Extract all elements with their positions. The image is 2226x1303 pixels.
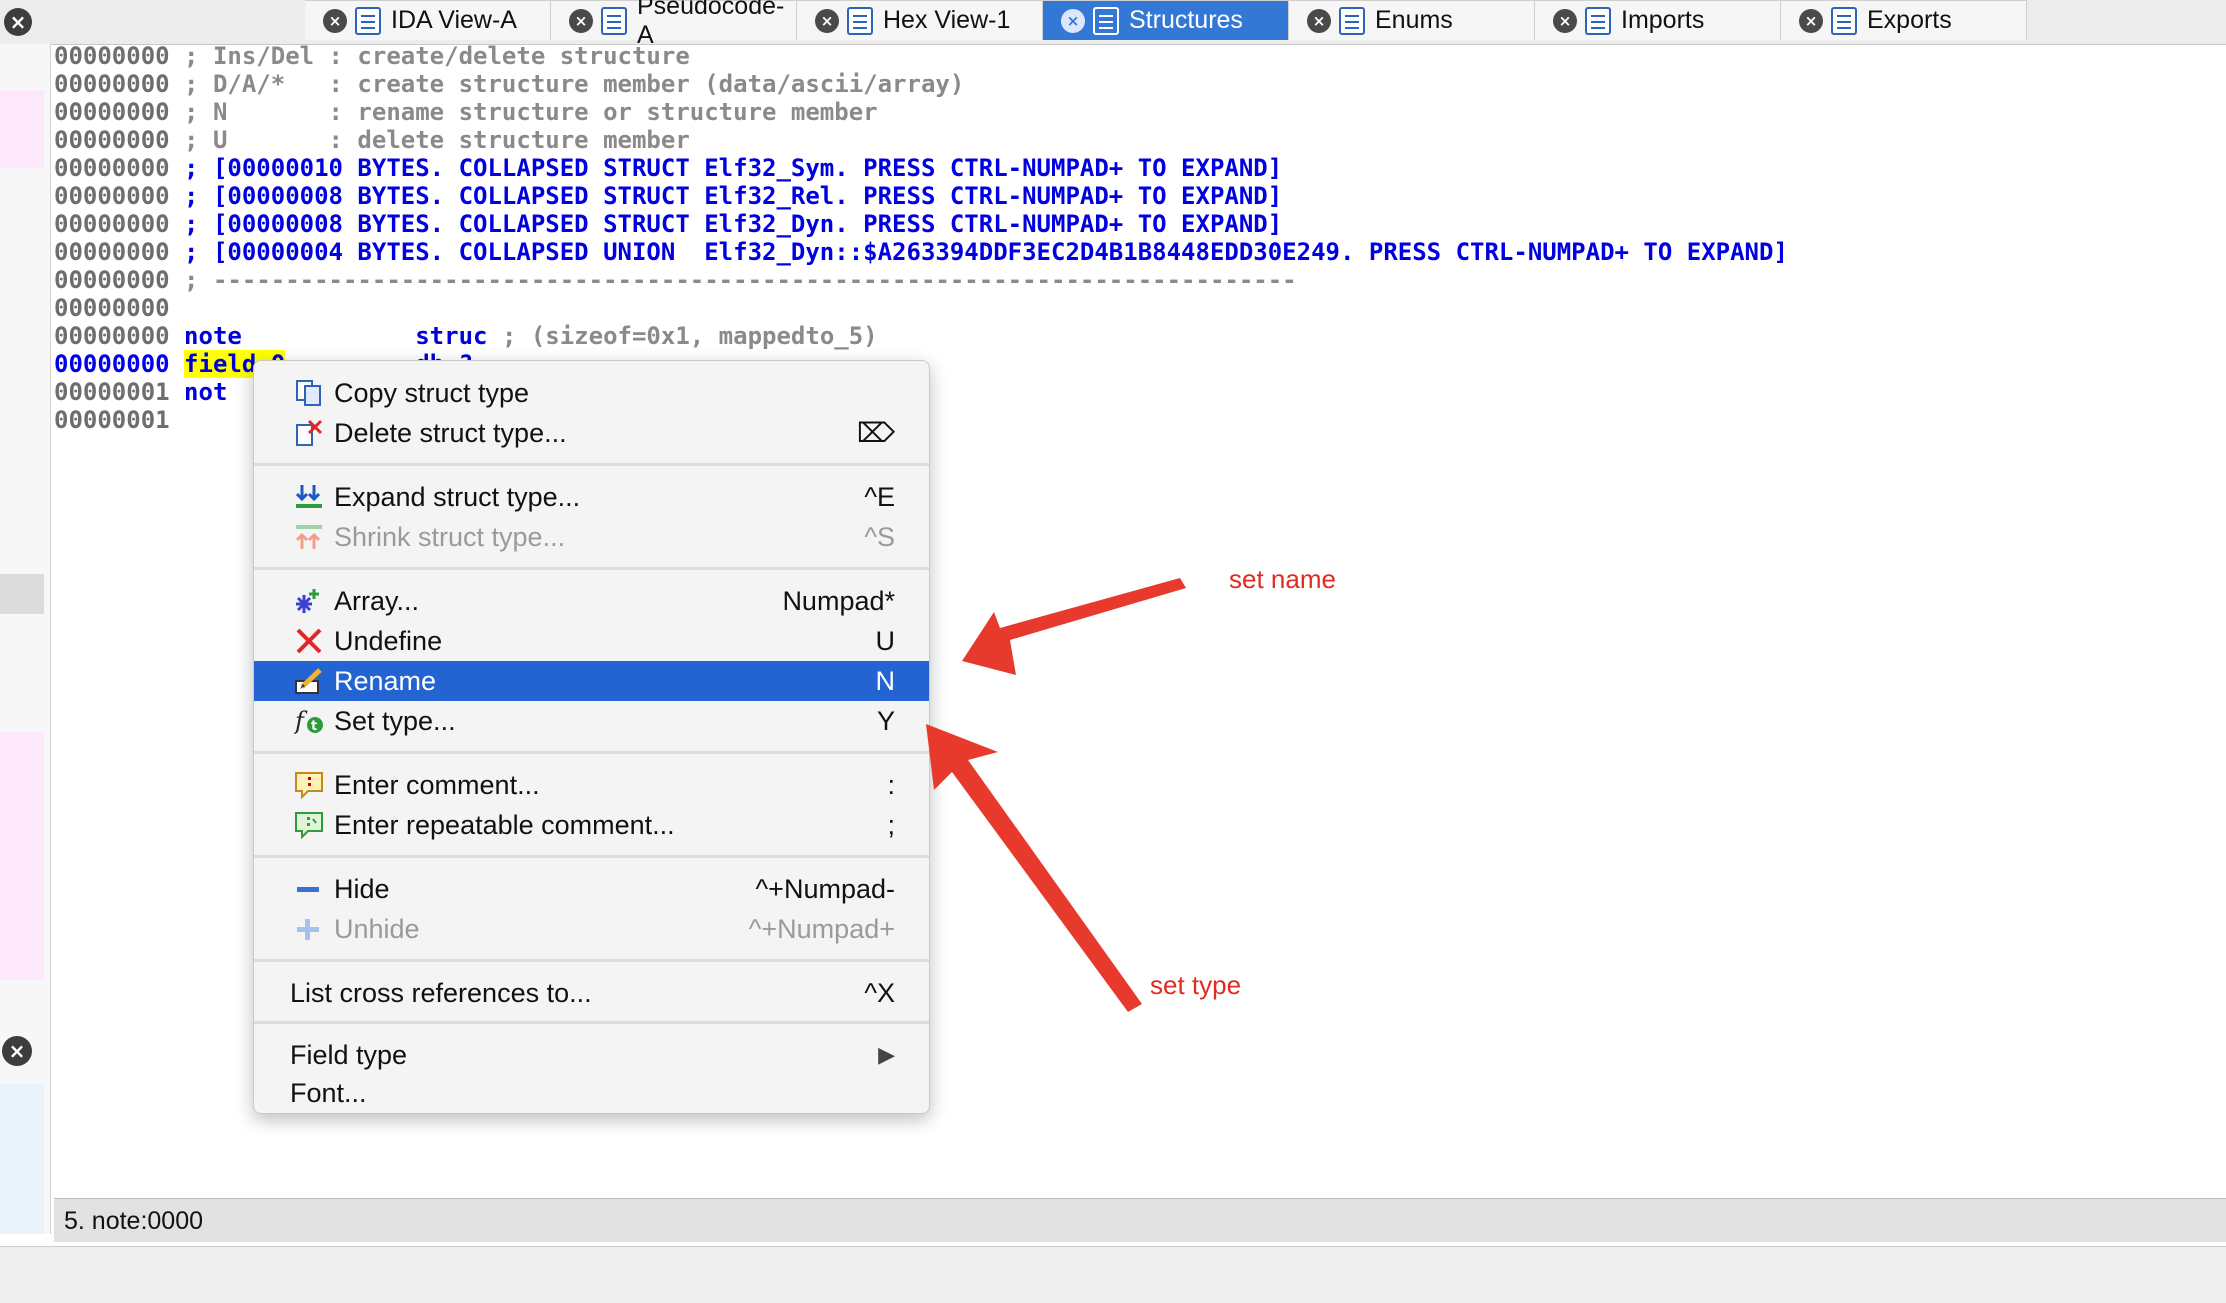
set-type-arrow [926, 724, 1142, 1012]
status-bar: 5. note:0000 [54, 1198, 2226, 1242]
bottom-toolbar [0, 1246, 2226, 1303]
status-text: 5. note:0000 [64, 1207, 204, 1235]
annotation-set-name: set name [1229, 564, 1336, 594]
annotation-set-type: set type [1150, 970, 1242, 1000]
set-name-arrow [962, 578, 1186, 675]
annotation-arrows [926, 578, 1186, 1012]
